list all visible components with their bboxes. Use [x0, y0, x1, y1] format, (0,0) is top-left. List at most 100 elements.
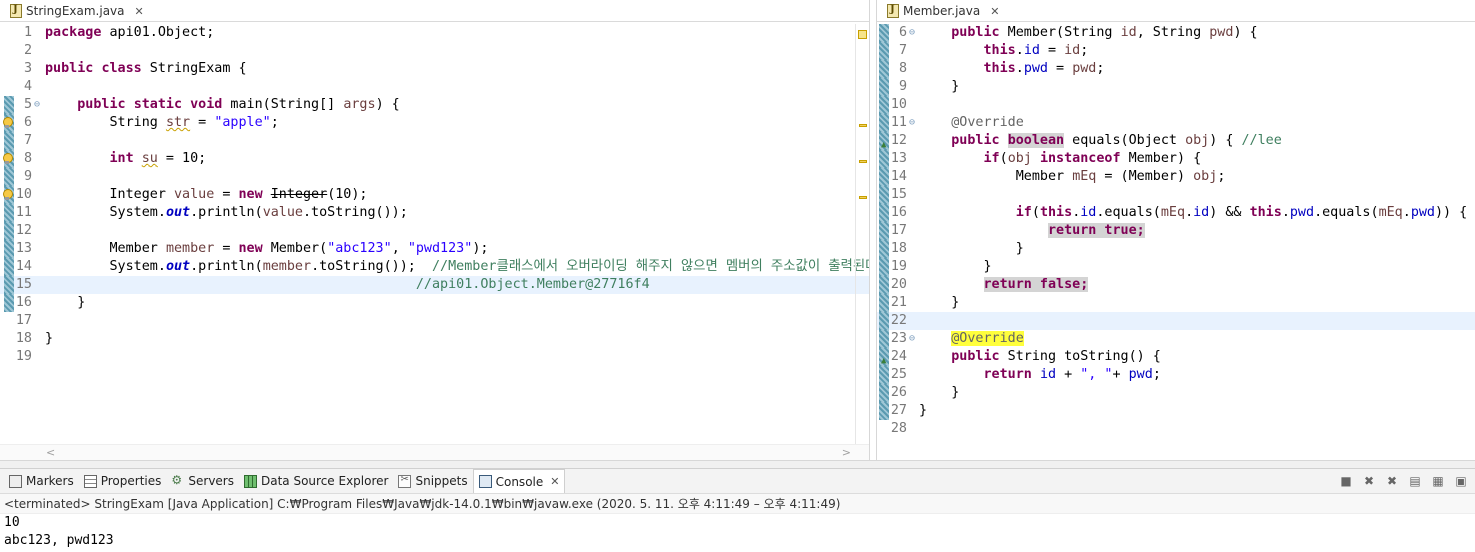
- code-line[interactable]: 11 ⊖ @Override: [877, 114, 1475, 132]
- fold-toggle-icon[interactable]: ⊖: [909, 24, 915, 42]
- code-line[interactable]: 18 }: [877, 240, 1475, 258]
- remove-launch-icon[interactable]: ✖: [1361, 474, 1377, 489]
- code-line[interactable]: 6 ⊖ public Member(String id, String pwd) …: [877, 24, 1475, 42]
- code-line[interactable]: 7 this.id = id;: [877, 42, 1475, 60]
- code-line[interactable]: 3 public class StringExam {: [0, 60, 869, 78]
- code-line[interactable]: 26 }: [877, 384, 1475, 402]
- code-line[interactable]: 14 System.out.println(member.toString())…: [0, 258, 869, 276]
- panel-splitter[interactable]: [0, 460, 1475, 468]
- code-area[interactable]: 6 ⊖ public Member(String id, String pwd) …: [877, 24, 1475, 444]
- tab-stringexam-java[interactable]: StringExam.java ✕: [6, 1, 148, 21]
- fold-toggle-icon[interactable]: ⊖: [34, 96, 40, 114]
- code-line[interactable]: 25 return id + ", "+ pwd;: [877, 366, 1475, 384]
- code-line[interactable]: 18}: [0, 330, 869, 348]
- code-line[interactable]: 8 this.pwd = pwd;: [877, 60, 1475, 78]
- warning-summary-icon[interactable]: [858, 30, 867, 39]
- code-token: .toString());: [303, 205, 408, 220]
- properties-icon: [83, 474, 97, 488]
- code-token: out: [165, 205, 191, 220]
- code-line[interactable]: 19 }: [877, 258, 1475, 276]
- code-token: value: [262, 205, 303, 220]
- warning-marker[interactable]: [859, 124, 867, 127]
- code-line[interactable]: 12: [0, 222, 869, 240]
- code-line[interactable]: 6 String str = "apple";: [0, 114, 869, 132]
- code-line[interactable]: 17 return true;: [877, 222, 1475, 240]
- close-icon[interactable]: ✕: [990, 5, 999, 18]
- code-line[interactable]: 9 }: [877, 78, 1475, 96]
- tab-data-source-explorer[interactable]: Data Source Explorer: [239, 469, 393, 493]
- scroll-left-icon[interactable]: <: [46, 446, 55, 459]
- code-line[interactable]: 16 }: [0, 294, 869, 312]
- code-line[interactable]: ▲ 12 public boolean equals(Object obj) { …: [877, 132, 1475, 150]
- code-token: .: [1281, 205, 1290, 220]
- code-line[interactable]: 20 return false;: [877, 276, 1475, 294]
- pin-console-icon[interactable]: ▣: [1453, 474, 1469, 489]
- code-token: id: [1039, 367, 1057, 382]
- code-line[interactable]: 7: [0, 132, 869, 150]
- code-line[interactable]: 4: [0, 78, 869, 96]
- java-file-icon: [887, 4, 899, 18]
- code-line[interactable]: 5 ⊖ public static void main(String[] args…: [0, 96, 869, 114]
- code-line[interactable]: 28: [877, 420, 1475, 438]
- code-line[interactable]: 11 System.out.println(value.toString());: [0, 204, 869, 222]
- fold-toggle-icon[interactable]: ⊖: [909, 330, 915, 348]
- horizontal-scrollbar[interactable]: < >: [0, 444, 869, 460]
- code-text: @Override: [919, 114, 1024, 132]
- line-number: 7: [23, 133, 32, 148]
- remove-all-icon[interactable]: ✖: [1384, 474, 1400, 489]
- clear-console-icon[interactable]: ▤: [1407, 474, 1423, 489]
- code-line[interactable]: 23 ⊖ @Override: [877, 330, 1475, 348]
- terminate-icon[interactable]: ■: [1338, 474, 1354, 489]
- tab-console[interactable]: Console ✕: [472, 469, 566, 493]
- code-line[interactable]: 10: [877, 96, 1475, 114]
- tab-markers[interactable]: Markers: [4, 469, 79, 493]
- editor-member[interactable]: Member.java ✕ 6⊖ public Member(String id…: [876, 0, 1475, 460]
- fold-toggle-icon[interactable]: ⊖: [909, 114, 915, 132]
- code-line[interactable]: 13 if(obj instanceof Member) {: [877, 150, 1475, 168]
- tab-properties[interactable]: Properties: [79, 469, 167, 493]
- code-line[interactable]: 15 //api01.Object.Member@27716f4: [0, 276, 869, 294]
- tab-member-java[interactable]: Member.java ✕: [883, 1, 1003, 21]
- code-area[interactable]: 1 package api01.Object; 2 3 public class Str…: [0, 24, 869, 444]
- code-token: id: [1064, 43, 1081, 58]
- code-line[interactable]: 17: [0, 312, 869, 330]
- code-line[interactable]: 9: [0, 168, 869, 186]
- line-number: 20: [890, 277, 907, 292]
- warning-marker[interactable]: [859, 196, 867, 199]
- close-icon[interactable]: ✕: [135, 5, 144, 18]
- code-line[interactable]: 22: [877, 312, 1475, 330]
- code-line[interactable]: 8 int su = 10;: [0, 150, 869, 168]
- code-line[interactable]: 21 }: [877, 294, 1475, 312]
- line-number: 23: [890, 331, 907, 346]
- code-line[interactable]: 14 Member mEq = (Member) obj;: [877, 168, 1475, 186]
- code-line[interactable]: 27}: [877, 402, 1475, 420]
- line-number: 14: [890, 169, 907, 184]
- code-line[interactable]: 15: [877, 186, 1475, 204]
- code-line[interactable]: 1 package api01.Object;: [0, 24, 869, 42]
- console-output[interactable]: 10 abc123, pwd123: [0, 514, 1475, 550]
- code-line[interactable]: 16 if(this.id.equals(mEq.id) && this.pwd…: [877, 204, 1475, 222]
- code-token: member: [165, 241, 215, 256]
- code-line[interactable]: 10 Integer value = new Integer(10);: [0, 186, 869, 204]
- tab-snippets[interactable]: Snippets: [393, 469, 472, 493]
- warning-marker[interactable]: [859, 160, 867, 163]
- scroll-lock-icon[interactable]: ▦: [1430, 474, 1446, 489]
- code-line[interactable]: 2: [0, 42, 869, 60]
- scroll-right-icon[interactable]: >: [842, 446, 851, 459]
- code-line[interactable]: ▲ 24 public String toString() {: [877, 348, 1475, 366]
- tab-servers[interactable]: Servers: [166, 469, 239, 493]
- code-token: Member) {: [1120, 151, 1202, 166]
- code-line[interactable]: 19: [0, 348, 869, 366]
- overview-ruler[interactable]: [855, 24, 869, 444]
- console-output-line: 10: [4, 515, 20, 530]
- editor-stringexam[interactable]: StringExam.java ✕ 1 package api01.Object;…: [0, 0, 870, 460]
- close-icon[interactable]: ✕: [550, 475, 559, 488]
- code-line[interactable]: 13 Member member = new Member("abc123", …: [0, 240, 869, 258]
- code-token: boolean: [1007, 133, 1065, 148]
